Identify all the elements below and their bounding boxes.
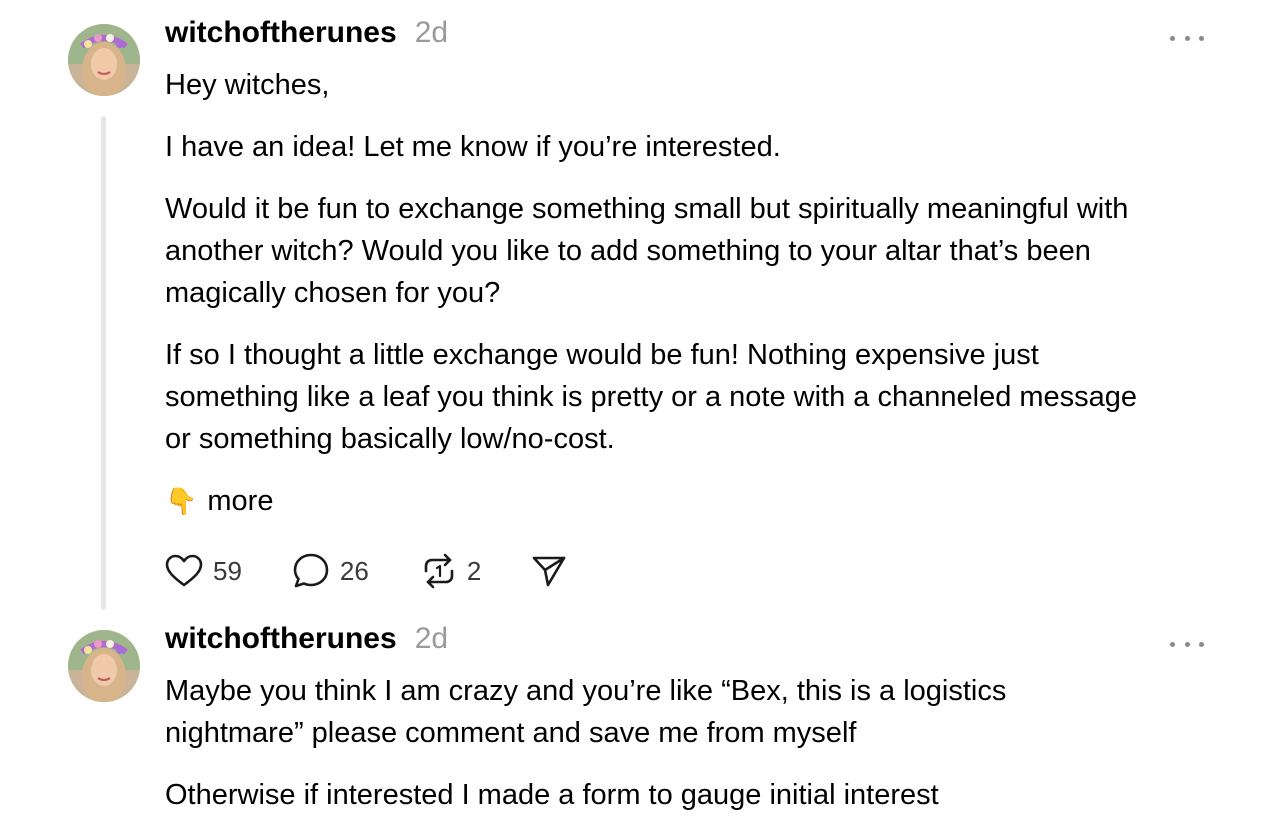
post-line: If so I thought a little exchange would … (165, 339, 1039, 371)
more-options-icon[interactable] (1170, 28, 1204, 48)
repost-icon (424, 553, 454, 589)
post-paragraph: Hey witches, (165, 69, 330, 101)
username[interactable]: witchoftherunes (165, 622, 397, 656)
post-line: another witch? Would you like to add som… (165, 235, 1091, 267)
more-link[interactable]: 👇 more (165, 480, 273, 522)
post-line: Would it be fun to exchange something sm… (165, 193, 1129, 225)
repost-button[interactable]: 2 (421, 552, 481, 590)
send-icon (533, 556, 566, 587)
heart-icon (165, 554, 203, 587)
post-header: witchoftherunes 2d (165, 622, 448, 662)
more-options-icon[interactable] (1170, 634, 1204, 654)
share-button[interactable] (531, 554, 567, 588)
menu-dot (1184, 641, 1190, 647)
post-line: something like a leaf you think is prett… (165, 381, 1138, 413)
menu-dot (1170, 641, 1175, 647)
post-body: Maybe you think I am crazy and you’re li… (165, 670, 1225, 836)
post-paragraph: I have an idea! Let me know if you’re in… (165, 131, 781, 163)
post-line: or something basically low/no-cost. (165, 423, 615, 455)
comment-count: 26 (339, 555, 369, 586)
comment-bubble-icon (293, 553, 329, 588)
post-paragraph: If so I thought a little exchange would … (165, 334, 1225, 460)
menu-dot (1199, 35, 1204, 41)
pointing-down-icon: 👇 (165, 486, 198, 516)
comment-button[interactable]: 26 (292, 552, 369, 590)
thread-post: witchoftherunes 2d Hey witches, I have a… (0, 0, 1266, 620)
post-header: witchoftherunes 2d (165, 16, 448, 56)
like-button[interactable]: 59 (165, 554, 242, 588)
avatar[interactable] (68, 630, 140, 702)
post-timestamp: 2d (414, 622, 449, 655)
post-paragraph: Maybe you think I am crazy and you’re li… (165, 670, 1225, 754)
thread-post: witchoftherunes 2d Maybe you think I am … (0, 620, 1266, 836)
post-paragraph: Would it be fun to exchange something sm… (165, 188, 1225, 314)
profile-photo-icon (68, 630, 140, 702)
menu-dot (1184, 35, 1190, 41)
menu-dot (1199, 641, 1204, 647)
avatar[interactable] (68, 24, 140, 96)
username[interactable]: witchoftherunes (165, 16, 397, 50)
repost-count: 2 (466, 555, 482, 586)
post-timestamp: 2d (414, 16, 449, 49)
like-count: 59 (213, 555, 242, 586)
profile-photo-icon (68, 24, 140, 96)
more-label: more (207, 485, 274, 517)
thread-connector-line (101, 116, 106, 610)
post-line: nightmare” please comment and save me fr… (165, 717, 857, 749)
post-actions: 59 26 2 (165, 551, 617, 591)
post-line: Maybe you think I am crazy and you’re li… (165, 675, 1007, 707)
post-paragraph: Otherwise if interested I made a form to… (165, 779, 939, 811)
post-line: magically chosen for you? (165, 277, 501, 309)
menu-dot (1170, 35, 1175, 41)
post-body: Hey witches, I have an idea! Let me know… (165, 64, 1225, 542)
